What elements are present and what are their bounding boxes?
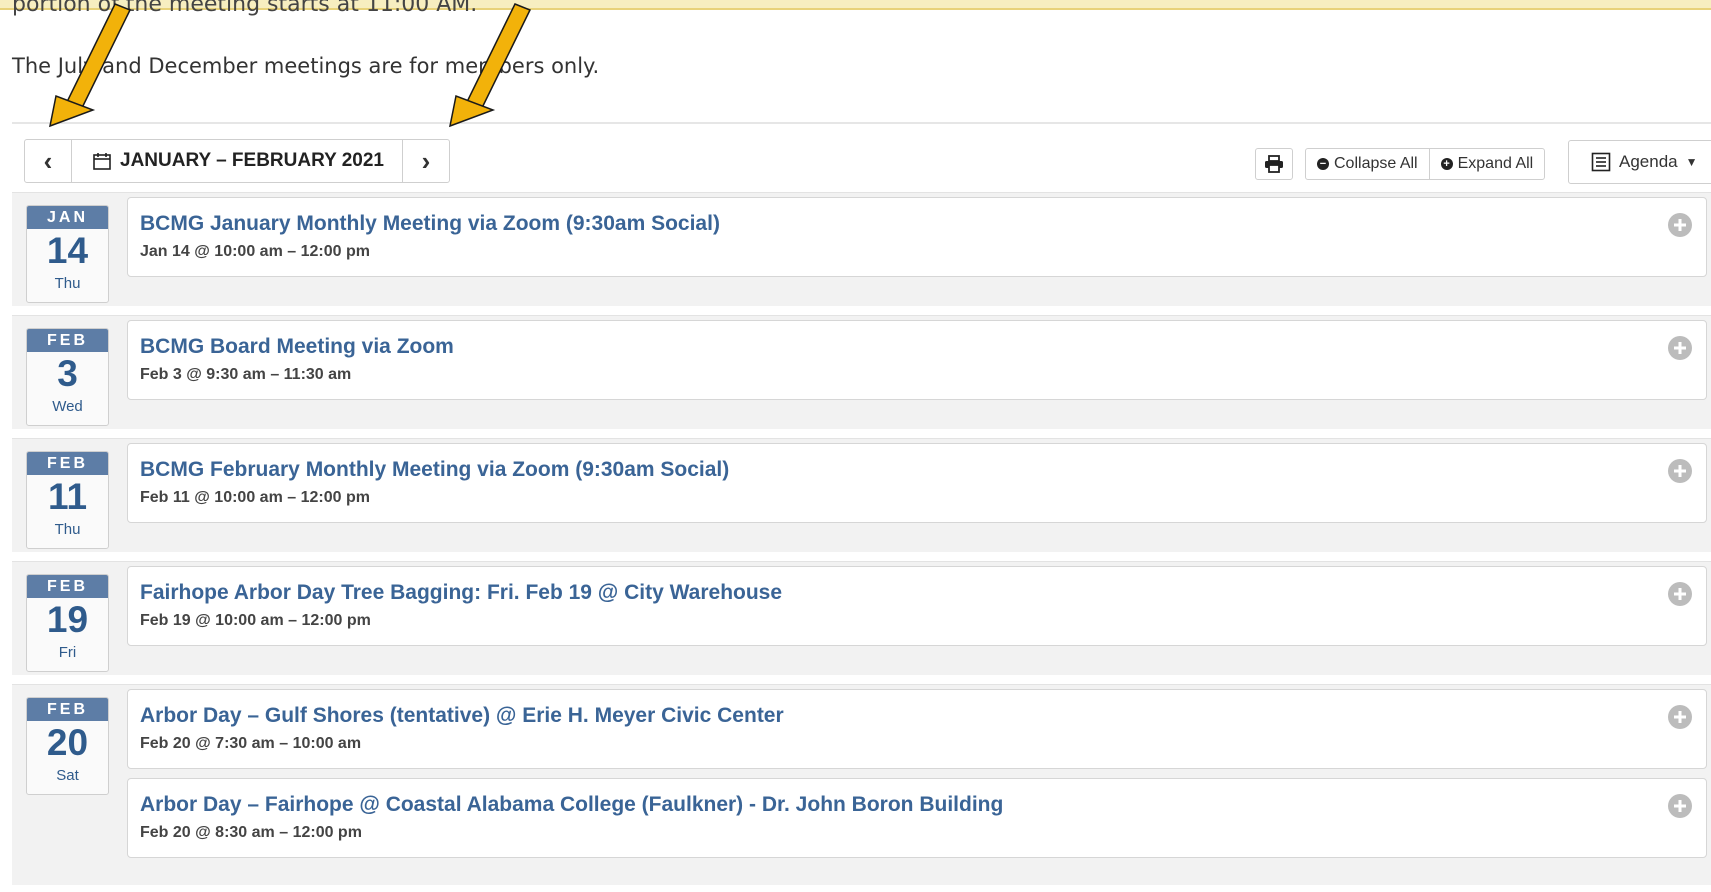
date-badge-month: FEB: [27, 329, 108, 352]
event-card[interactable]: Fairhope Arbor Day Tree Bagging: Fri. Fe…: [127, 566, 1707, 646]
prev-button[interactable]: ‹: [25, 140, 72, 182]
date-badge-weekday: Fri: [58, 644, 77, 661]
date-badge-month: FEB: [27, 575, 108, 598]
date-badge-weekday: Thu: [54, 275, 81, 292]
chevron-left-icon: ‹: [43, 146, 53, 176]
plus-circle-icon[interactable]: [1668, 213, 1692, 237]
date-range-label: JANUARY – FEBRUARY 2021: [120, 150, 384, 171]
event-time: Feb 19 @ 10:00 am – 12:00 pm: [140, 612, 371, 629]
event-time: Feb 3 @ 9:30 am – 11:30 am: [140, 366, 352, 383]
day-row: FEB 20 Sat Arbor Day – Gulf Shores (tentati…: [12, 684, 1711, 885]
day-row: FEB 19 Fri Fairhope Arbor Day Tree Bagging:…: [12, 561, 1711, 675]
event-title-link[interactable]: BCMG Board Meeting via Zoom: [140, 335, 454, 359]
date-badge-day: 11: [47, 476, 88, 517]
caret-down-icon: ▼: [1685, 155, 1698, 169]
day-row: FEB 3 Wed BCMG Board Meeting via Zoom Feb 3 …: [12, 315, 1711, 429]
date-badge-weekday: Wed: [52, 398, 83, 415]
plus-circle-icon[interactable]: [1668, 459, 1692, 483]
list-icon: [1591, 152, 1611, 172]
event-time: Jan 14 @ 10:00 am – 12:00 pm: [140, 243, 370, 260]
date-badge-month: JAN: [27, 206, 108, 229]
divider: [12, 122, 1711, 124]
date-badge-day: 3: [57, 353, 78, 394]
view-label: Agenda: [1619, 152, 1678, 171]
plus-circle-icon: +: [1440, 158, 1453, 170]
event-title-link[interactable]: BCMG February Monthly Meeting via Zoom (…: [140, 458, 729, 482]
date-badge-day: 19: [46, 599, 89, 640]
event-time: Feb 20 @ 8:30 am – 12:00 pm: [140, 824, 362, 841]
date-badge-weekday: Thu: [54, 521, 81, 538]
date-badge: FEB 11 Thu: [26, 451, 109, 549]
plus-circle-icon[interactable]: [1668, 794, 1692, 818]
event-card[interactable]: BCMG February Monthly Meeting via Zoom (…: [127, 443, 1707, 523]
date-badge-day: 14: [46, 230, 89, 271]
event-time: Feb 11 @ 10:00 am – 12:00 pm: [140, 489, 370, 506]
date-badge-weekday: Sat: [56, 767, 79, 784]
event-card[interactable]: BCMG January Monthly Meeting via Zoom (9…: [127, 197, 1707, 277]
calendar-icon: [93, 153, 111, 170]
event-card[interactable]: Arbor Day – Gulf Shores (tentative) @ Er…: [127, 689, 1707, 769]
date-badge: FEB 20 Sat: [26, 697, 109, 795]
collapse-all-label: Collapse All: [1334, 155, 1418, 172]
date-badge-day: 20: [46, 722, 89, 763]
next-button[interactable]: ›: [401, 140, 449, 182]
event-time: Feb 20 @ 7:30 am – 10:00 am: [140, 735, 362, 752]
date-badge: JAN 14 Thu: [26, 205, 109, 303]
expand-all-label: Expand All: [1457, 155, 1534, 172]
plus-circle-icon[interactable]: [1668, 336, 1692, 360]
minus-circle-icon: −: [1317, 158, 1329, 170]
expand-all-button[interactable]: + Expand All: [1428, 149, 1545, 179]
date-badge: FEB 19 Fri: [26, 574, 109, 672]
event-title-link[interactable]: Arbor Day – Fairhope @ Coastal Alabama C…: [140, 793, 1003, 817]
collapse-all-button[interactable]: − Collapse All: [1306, 149, 1429, 179]
chevron-right-icon: ›: [421, 146, 431, 176]
event-card[interactable]: Arbor Day – Fairhope @ Coastal Alabama C…: [127, 778, 1707, 858]
intro-cut-text: portion of the meeting starts at 11:00 A…: [12, 0, 478, 17]
printer-icon: [1265, 155, 1283, 173]
collapse-expand-group: − Collapse All + Expand All: [1305, 148, 1546, 180]
event-title-link[interactable]: Arbor Day – Gulf Shores (tentative) @ Er…: [140, 704, 784, 728]
date-range-button[interactable]: JANUARY – FEBRUARY 2021: [72, 140, 402, 182]
date-badge: FEB 3 Wed: [26, 328, 109, 426]
day-row: FEB 11 Thu BCMG February Monthly Meeting vi…: [12, 438, 1711, 552]
view-selector[interactable]: Agenda ▼: [1568, 140, 1711, 184]
plus-circle-icon[interactable]: [1668, 705, 1692, 729]
intro-text: The July and December meetings are for m…: [12, 54, 600, 78]
print-button[interactable]: [1255, 148, 1293, 180]
date-badge-month: FEB: [27, 698, 108, 721]
event-card[interactable]: BCMG Board Meeting via Zoom Feb 3 @ 9:30 …: [127, 320, 1707, 400]
event-title-link[interactable]: BCMG January Monthly Meeting via Zoom (9…: [140, 212, 720, 236]
plus-circle-icon[interactable]: [1668, 582, 1692, 606]
day-row: JAN 14 Thu BCMG January Monthly Meeting via…: [12, 192, 1711, 306]
event-title-link[interactable]: Fairhope Arbor Day Tree Bagging: Fri. Fe…: [140, 581, 782, 605]
date-navigation: ‹ JANUARY – FEBRUARY 2021 ›: [24, 139, 450, 183]
date-badge-month: FEB: [27, 452, 108, 475]
